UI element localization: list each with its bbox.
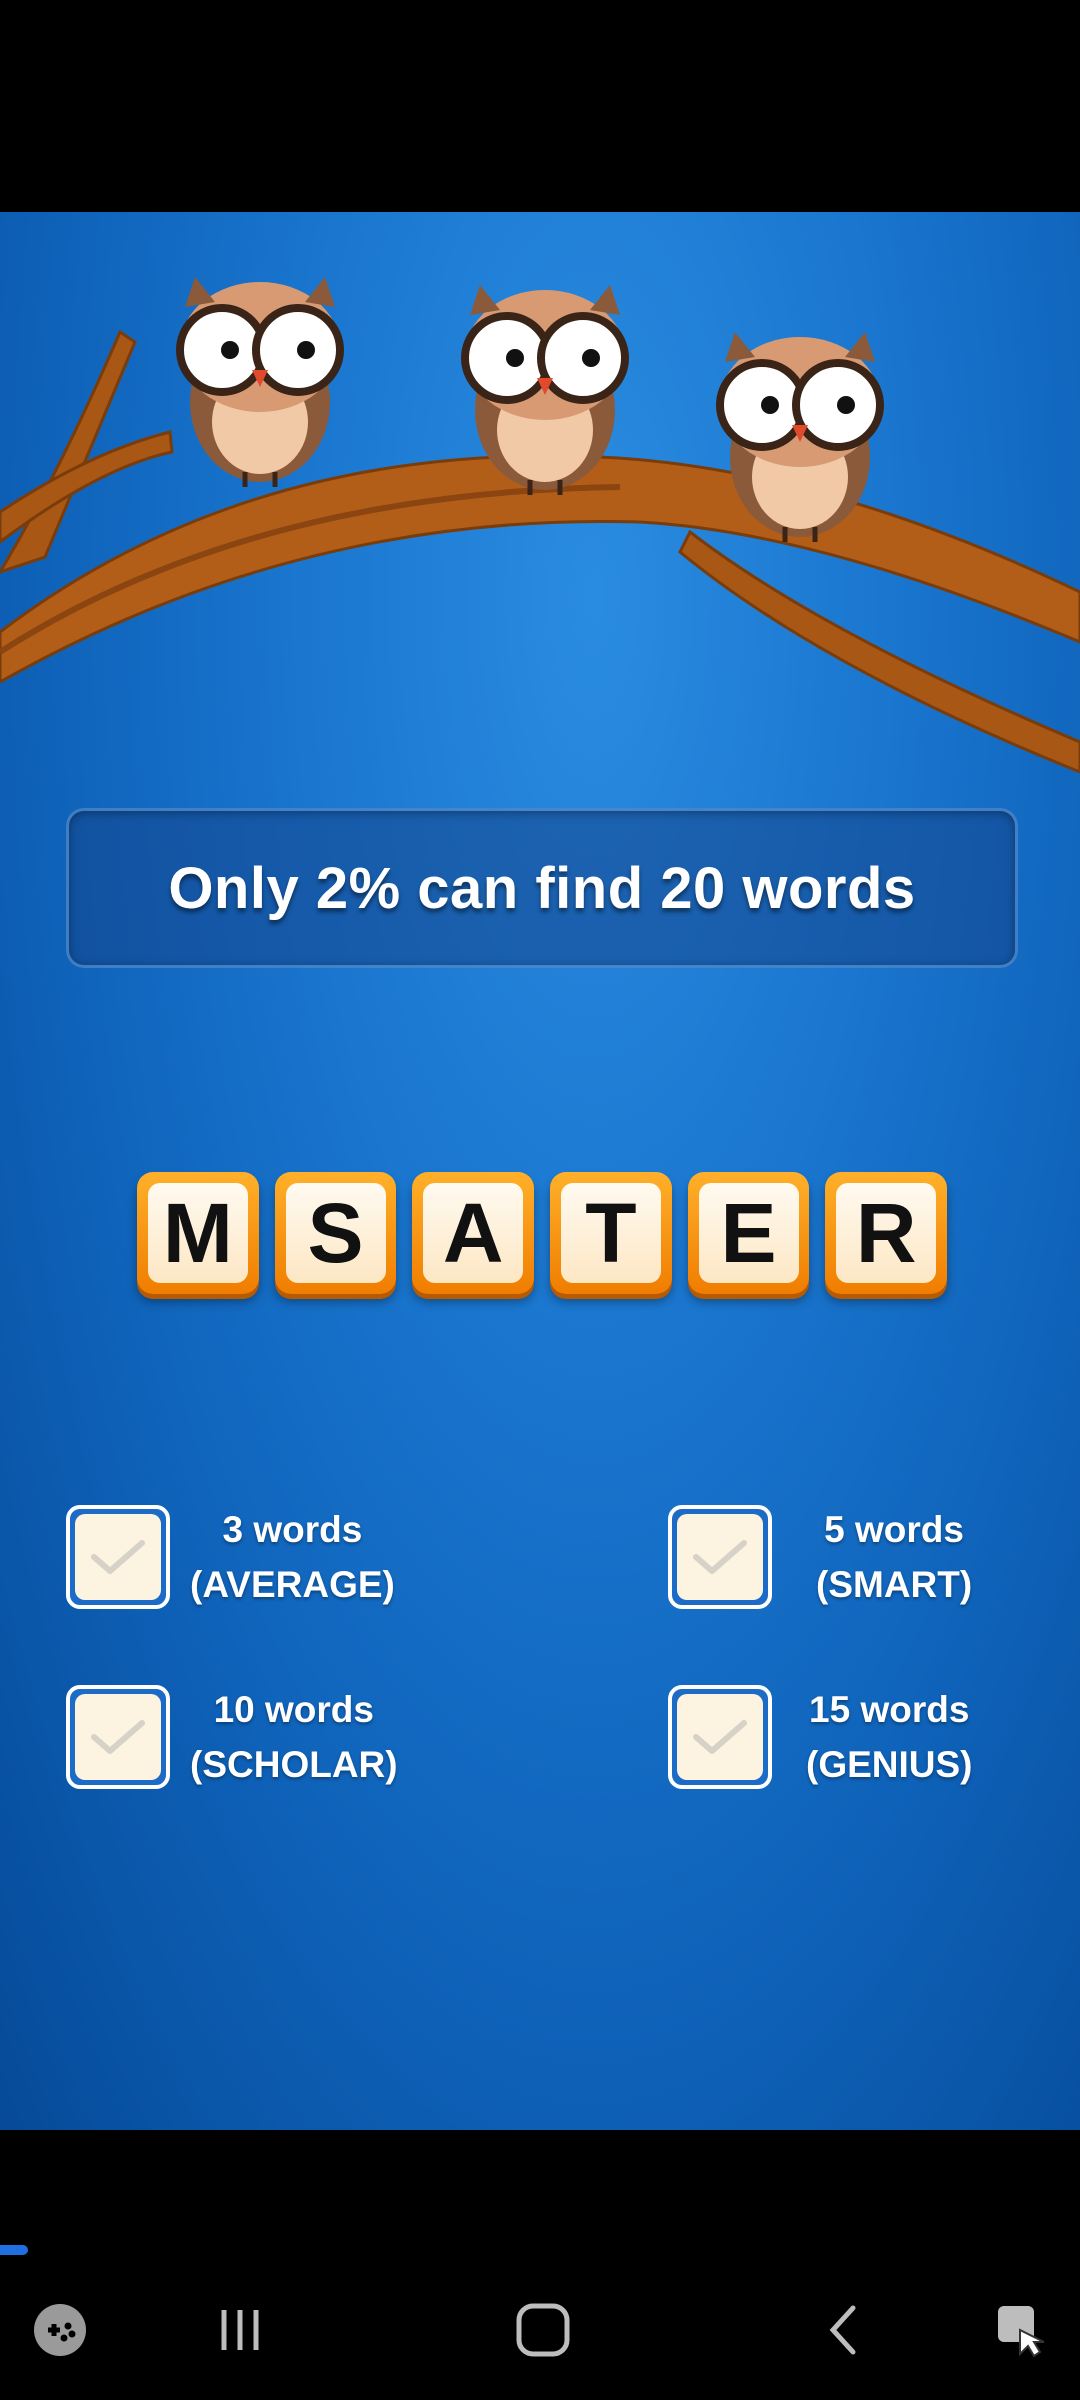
letter-tile[interactable]: T [550,1172,672,1294]
letter-tile-text: T [560,1183,661,1283]
checkbox-genius[interactable] [668,1685,772,1789]
level-rank: (GENIUS) [806,1744,973,1785]
level-count: 10 words [213,1689,374,1730]
level-label-smart: 5 words (SMART) [816,1502,972,1612]
back-icon[interactable] [805,2290,885,2370]
home-icon[interactable] [503,2290,583,2370]
recent-apps-icon[interactable] [200,2290,280,2370]
letter-tile-text: E [698,1183,799,1283]
level-count: 5 words [824,1509,964,1550]
level-label-genius: 15 words (GENIUS) [806,1682,973,1792]
letter-tile-text: R [836,1183,937,1283]
check-icon [693,1720,747,1754]
letter-tile[interactable]: E [687,1172,810,1294]
letter-tile[interactable]: A [412,1172,535,1294]
letter-tile[interactable]: M [137,1172,259,1294]
game-tools-icon[interactable] [20,2290,100,2370]
level-label-scholar: 10 words (SCHOLAR) [190,1682,398,1792]
check-icon [91,1720,145,1754]
letter-tile-text: S [285,1183,386,1283]
check-icon [91,1540,145,1574]
level-count: 3 words [222,1509,363,1550]
challenge-title: Only 2% can find 20 words [168,855,916,921]
level-average: 3 words (AVERAGE) [66,1502,395,1612]
owl-character [461,285,629,495]
checkbox-scholar[interactable] [66,1685,170,1789]
level-genius: 15 words (GENIUS) [668,1682,973,1792]
level-rank: (AVERAGE) [190,1564,395,1605]
challenge-banner: Only 2% can find 20 words [66,808,1018,968]
level-label-average: 3 words (AVERAGE) [190,1502,395,1612]
owl-character [716,332,884,542]
level-rank: (SMART) [816,1564,973,1605]
check-icon [693,1540,747,1574]
letter-tile[interactable]: R [825,1172,948,1294]
level-rank: (SCHOLAR) [190,1744,398,1785]
screen-assist-icon[interactable] [980,2290,1060,2370]
top-black-bar [0,0,1080,212]
letter-tile-text: M [147,1183,248,1283]
checkbox-smart[interactable] [668,1505,772,1609]
game-screen: Only 2% can find 20 words M S A T E R 3 … [0,212,1080,2130]
letter-tile-text: A [423,1183,524,1283]
level-count: 15 words [809,1689,970,1730]
letter-tile[interactable]: S [274,1172,397,1294]
owl-character [176,277,344,487]
level-smart: 5 words (SMART) [668,1502,972,1612]
level-scholar: 10 words (SCHOLAR) [66,1682,398,1792]
video-progress-bar[interactable] [0,2245,28,2255]
letter-tiles: M S A T E R [137,1172,948,1302]
checkbox-average[interactable] [66,1505,170,1609]
